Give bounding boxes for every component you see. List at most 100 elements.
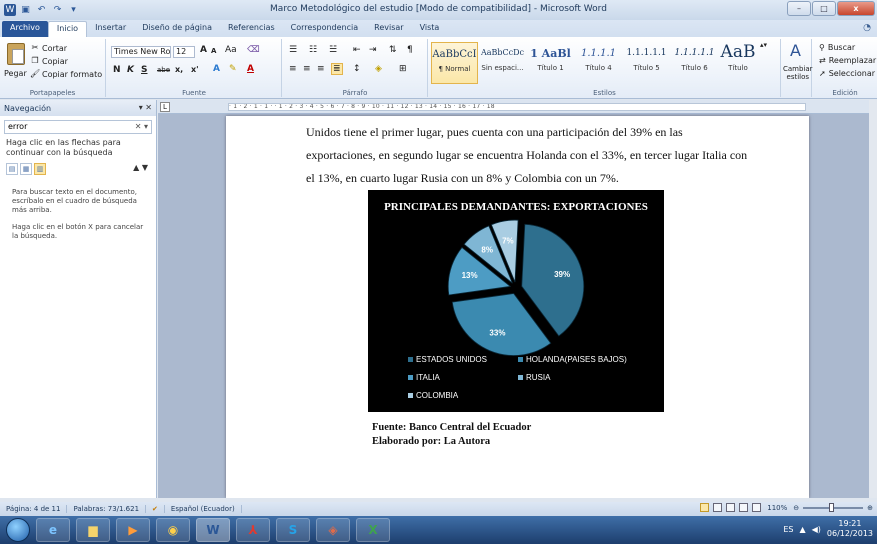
style-heading-6[interactable]: 1.1.1.1.1 Título 6 [671,42,718,84]
zoom-level[interactable]: 110% [765,504,789,512]
language-indicator[interactable]: ES [783,525,793,534]
clear-format-icon[interactable]: ⌫ [247,45,260,55]
skype-icon[interactable]: S [276,518,310,542]
shrink-font-button[interactable]: A [211,47,216,55]
print-layout-view-icon[interactable] [700,503,710,512]
zoom-slider[interactable] [803,502,864,512]
tab-revisar[interactable]: Revisar [366,21,411,37]
change-styles-icon[interactable]: A [790,41,801,60]
results-view-icon[interactable]: ▥ [34,163,46,175]
help-icon[interactable]: ◔ [863,23,871,33]
select-button[interactable]: ➚ Seleccionar [819,69,875,78]
draft-view-icon[interactable] [752,503,762,512]
pages-view-icon[interactable]: ▦ [20,163,32,175]
superscript-button[interactable]: x' [191,65,199,74]
replace-button[interactable]: ⇄ Reemplazar [819,56,876,65]
change-case-button[interactable]: Aa [225,45,237,55]
italic-button[interactable]: K [127,65,134,75]
vertical-scrollbar[interactable] [869,100,877,498]
document-page[interactable]: Unidos tiene el primer lugar, pues cuent… [226,116,809,498]
decrease-indent-icon[interactable]: ⇤ [353,45,361,55]
web-layout-view-icon[interactable] [726,503,736,512]
word-count[interactable]: Palabras: 73/1.621 [67,505,147,513]
align-center-icon[interactable]: ≡ [303,64,311,74]
align-right-icon[interactable]: ≡ [317,64,325,74]
zoom-in-icon[interactable]: ⊕ [867,504,873,512]
line-spacing-icon[interactable]: ↕ [353,64,361,74]
cut-button[interactable]: ✂ Cortar [30,43,67,53]
styles-scroll-icon[interactable]: ▴▾ [760,41,767,49]
style-no-spacing[interactable]: AaBbCcDc Sin espaci... [479,42,526,84]
style-title[interactable]: AaB Título [719,42,757,84]
tab-archivo[interactable]: Archivo [2,21,48,37]
pie-chart[interactable]: PRINCIPALES DEMANDANTES: EXPORTACIONES 3… [368,190,664,412]
underline-button[interactable]: S [141,65,147,75]
full-screen-view-icon[interactable] [713,503,723,512]
media-player-icon[interactable]: ▶ [116,518,150,542]
maximize-button[interactable]: □ [812,1,836,16]
language[interactable]: Español (Ecuador) [165,505,242,513]
tab-referencias[interactable]: Referencias [220,21,283,37]
tab-selector-icon[interactable]: L [160,102,170,112]
font-name-combo[interactable]: Times New Rom [111,46,171,58]
clear-search-icon[interactable]: ✕ ▾ [135,122,148,131]
navigation-search-input[interactable]: error ✕ ▾ [4,120,152,134]
copy-button[interactable]: ❐ Copiar [30,56,68,66]
network-icon[interactable]: ▲ [799,525,805,534]
volume-icon[interactable]: ◀) [812,525,821,534]
close-button[interactable]: x [837,1,875,16]
style-heading-5[interactable]: 1.1.1.1.1 Título 5 [623,42,670,84]
zoom-out-icon[interactable]: ⊖ [793,504,799,512]
internet-explorer-icon[interactable]: e [36,518,70,542]
increase-indent-icon[interactable]: ⇥ [369,45,377,55]
zoom-slider-thumb[interactable] [829,502,835,512]
change-styles-button[interactable]: Cambiar estilos [783,65,813,81]
align-left-icon[interactable]: ≡ [289,64,297,74]
style-heading-1[interactable]: 1 AaBl Título 1 [527,42,574,84]
tab-diseno-pagina[interactable]: Diseño de página [134,21,220,37]
tab-inicio[interactable]: Inicio [47,21,88,37]
outline-view-icon[interactable] [739,503,749,512]
multilevel-list-icon[interactable]: ☱ [329,45,337,55]
style-heading-4[interactable]: 1.1.1.1 Título 4 [575,42,622,84]
headings-view-icon[interactable]: ▤ [6,163,18,175]
minimize-button[interactable]: – [787,1,811,16]
navigation-pane-controls[interactable]: ▾ ✕ [139,103,152,112]
font-color-icon[interactable]: A [247,64,254,74]
paste-button[interactable]: Pegar [4,69,27,78]
find-button[interactable]: ⚲ Buscar [819,43,855,52]
paste-icon[interactable] [7,43,25,65]
file-explorer-icon[interactable]: ▆ [76,518,110,542]
text-effects-icon[interactable]: A [213,64,220,74]
tab-vista[interactable]: Vista [412,21,448,37]
acrobat-icon[interactable]: ⅄ [236,518,270,542]
chrome-icon[interactable]: ◉ [156,518,190,542]
strikethrough-button[interactable]: abe [157,66,170,74]
justify-icon[interactable]: ≣ [331,63,343,75]
format-painter-button[interactable]: 🖌 Copiar formato [30,69,102,79]
numbering-icon[interactable]: ☷ [309,45,317,55]
clock[interactable]: 19:21 06/12/2013 [827,519,873,539]
subscript-button[interactable]: x, [175,65,183,74]
result-arrows-icon[interactable]: ▲ ▼ [133,163,148,172]
page-count[interactable]: Página: 4 de 11 [0,505,68,513]
select-label: Seleccionar [828,69,876,78]
spelling-icon[interactable]: ✔ [146,505,165,513]
highlight-icon[interactable]: ✎ [229,64,237,74]
style-normal[interactable]: AaBbCcI ¶ Normal [431,42,478,84]
excel-icon[interactable]: X [356,518,390,542]
bold-button[interactable]: N [113,65,121,75]
grow-font-button[interactable]: A [200,45,207,55]
shading-icon[interactable]: ◈ [375,64,382,74]
font-size-combo[interactable]: 12 [173,46,195,58]
ruler-scale[interactable]: · 1 · 2 · 1 · 1 · · 1 · 2 · 3 · 4 · 5 · … [228,103,806,111]
word-taskbar-icon[interactable]: W [196,518,230,542]
tab-correspondencia[interactable]: Correspondencia [283,21,366,37]
show-marks-icon[interactable]: ¶ [407,45,413,55]
start-button[interactable] [6,518,30,542]
borders-icon[interactable]: ⊞ [399,64,407,74]
bullets-icon[interactable]: ☰ [289,45,297,55]
sort-icon[interactable]: ⇅ [389,45,397,55]
app-icon[interactable]: ◈ [316,518,350,542]
tab-insertar[interactable]: Insertar [87,21,134,37]
